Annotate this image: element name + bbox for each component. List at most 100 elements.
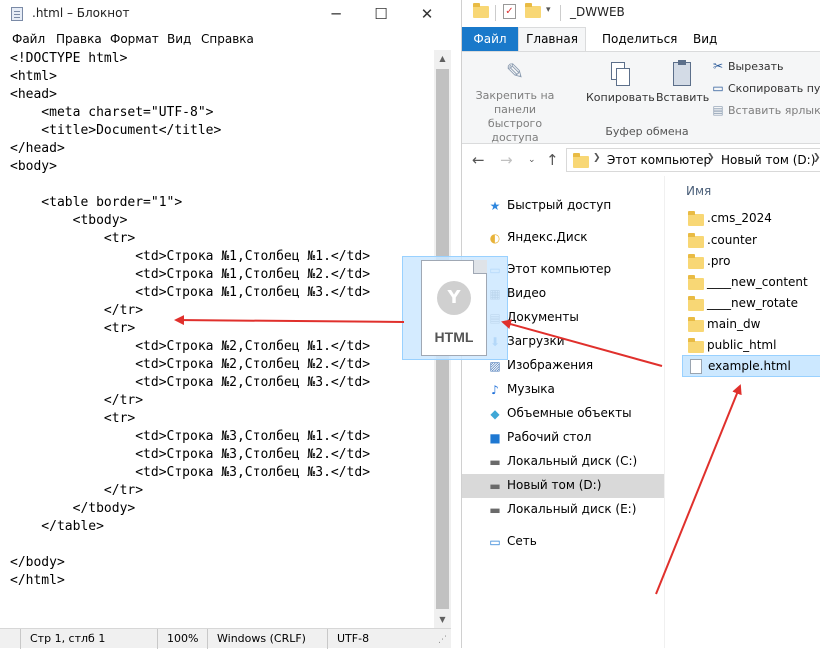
nav-label: Сеть: [507, 534, 537, 548]
folder-icon: [688, 254, 704, 272]
resize-grip-icon[interactable]: ⋰: [438, 635, 447, 645]
notepad-window: .html – Блокнот ─ ☐ ✕ Файл Правка Формат…: [0, 0, 451, 649]
tab-home[interactable]: Главная: [518, 27, 586, 51]
tab-file[interactable]: Файл: [462, 27, 518, 51]
recent-locations-icon[interactable]: ⌄: [528, 155, 536, 165]
pane-divider[interactable]: [664, 176, 665, 648]
file-item[interactable]: ____new_rotate: [682, 293, 820, 315]
drag-ghost: Y HTML: [402, 256, 508, 360]
toolbar-separator: [560, 5, 561, 21]
nav-label: Объемные объекты: [507, 406, 632, 420]
up-arrow-icon[interactable]: ↑: [546, 151, 559, 169]
address-bar[interactable]: ❯ Этот компьютер ❯ Новый том (D:) ❯: [566, 148, 820, 172]
file-item[interactable]: .pro: [682, 251, 820, 273]
scroll-down-icon[interactable]: ▼: [434, 611, 451, 628]
ribbon-panel: ✎ Закрепить на панели быстрого доступа К…: [462, 51, 820, 144]
notepad-text-area[interactable]: <!DOCTYPE html> <html> <head> <meta char…: [10, 50, 370, 590]
paste-shortcut-label: Вставить ярлык: [728, 104, 820, 117]
folder-icon: [688, 275, 704, 293]
nav-item-music[interactable]: ♪ Музыка: [462, 378, 664, 402]
copy-icon: [608, 60, 632, 88]
copy-path-icon: ▭: [712, 81, 724, 95]
status-position: Стр 1, стлб 1: [30, 632, 106, 645]
maximize-button[interactable]: ☐: [358, 0, 404, 28]
menu-view[interactable]: Вид: [167, 32, 191, 46]
file-item-selected[interactable]: example.html: [682, 355, 820, 377]
breadcrumb-volume[interactable]: Новый том (D:): [721, 153, 815, 167]
status-encoding: UTF-8: [337, 632, 370, 645]
nav-item-drive-e[interactable]: ▬ Локальный диск (E:): [462, 498, 664, 522]
chevron-right-icon[interactable]: ❯: [707, 153, 715, 163]
copy-path-button[interactable]: ▭ Скопировать пут: [711, 81, 820, 95]
nav-label: Этот компьютер: [507, 262, 612, 276]
notepad-titlebar[interactable]: .html – Блокнот ─ ☐ ✕: [0, 0, 451, 28]
explorer-window: ✓ ▾ _DWWEB Файл Главная Поделиться Вид ✎…: [461, 0, 820, 648]
explorer-titlebar[interactable]: ✓ ▾ _DWWEB: [462, 0, 820, 27]
chevron-right-icon[interactable]: ❯: [593, 153, 601, 163]
nav-label: Быстрый доступ: [507, 198, 612, 212]
nav-item-drive-c[interactable]: ▬ Локальный диск (C:): [462, 450, 664, 474]
nav-item-desktop[interactable]: ■ Рабочий стол: [462, 426, 664, 450]
paste-shortcut-button[interactable]: ▤ Вставить ярлык: [711, 103, 820, 117]
cut-button[interactable]: ✂ Вырезать: [711, 59, 784, 73]
file-label: public_html: [707, 338, 777, 352]
nav-label: Яндекс.Диск: [507, 230, 588, 244]
paste-button[interactable]: Вставить: [656, 56, 709, 105]
file-label: .cms_2024: [707, 211, 772, 225]
nav-item-3d-objects[interactable]: ◆ Объемные объекты: [462, 402, 664, 426]
properties-icon[interactable]: ✓: [503, 4, 516, 19]
browser-logo-icon: Y: [437, 281, 471, 315]
menu-format[interactable]: Формат: [110, 32, 159, 46]
navigation-pane: ★ Быстрый доступ ◐ Яндекс.Диск ▭ Этот ко…: [462, 176, 664, 648]
html-file-icon: Y HTML: [421, 260, 487, 356]
explorer-title: _DWWEB: [570, 5, 625, 19]
status-zoom: 100%: [167, 632, 199, 645]
notepad-menubar: Файл Правка Формат Вид Справка: [0, 29, 451, 49]
breadcrumb-this-pc[interactable]: Этот компьютер: [607, 153, 711, 167]
images-icon: ▨: [489, 359, 501, 373]
new-folder-icon[interactable]: [525, 3, 541, 21]
status-separator: [327, 629, 328, 649]
column-header-name[interactable]: Имя: [686, 184, 711, 198]
nav-item-yandex-disk[interactable]: ◐ Яндекс.Диск: [462, 226, 664, 250]
file-label: ____new_rotate: [707, 296, 798, 310]
forward-arrow-icon[interactable]: →: [500, 151, 513, 169]
tab-view[interactable]: Вид: [693, 27, 717, 51]
folder-icon: [473, 3, 489, 21]
ghost-label: HTML: [434, 329, 474, 345]
close-button[interactable]: ✕: [404, 0, 450, 28]
navigation-bar: ← → ⌄ ↑ ❯ Этот компьютер ❯ Новый том (D:…: [462, 144, 820, 176]
folder-icon: [688, 317, 704, 335]
status-separator: [20, 629, 21, 649]
scroll-up-icon[interactable]: ▲: [434, 50, 451, 67]
copy-path-label: Скопировать пут: [728, 82, 820, 95]
menu-edit[interactable]: Правка: [56, 32, 102, 46]
copy-button[interactable]: Копировать: [586, 56, 655, 105]
file-item[interactable]: ____new_content: [682, 272, 820, 294]
file-item[interactable]: .cms_2024: [682, 208, 820, 230]
tab-share[interactable]: Поделиться: [602, 27, 677, 51]
nav-item-drive-d[interactable]: ▬ Новый том (D:): [462, 474, 664, 498]
file-item[interactable]: public_html: [682, 335, 820, 357]
yandex-disk-icon: ◐: [489, 231, 501, 245]
file-item[interactable]: .counter: [682, 230, 820, 252]
nav-item-network[interactable]: ▭ Сеть: [462, 530, 664, 554]
minimize-button[interactable]: ─: [313, 0, 359, 28]
qat-dropdown-icon[interactable]: ▾: [546, 5, 551, 15]
nav-label: Локальный диск (E:): [507, 502, 637, 516]
menu-file[interactable]: Файл: [12, 32, 45, 46]
nav-item-quick-access[interactable]: ★ Быстрый доступ: [462, 194, 664, 218]
chevron-right-icon[interactable]: ❯: [813, 153, 820, 163]
toolbar-separator: [495, 5, 496, 21]
status-separator: [207, 629, 208, 649]
nav-label: Видео: [507, 286, 547, 300]
file-item[interactable]: main_dw: [682, 314, 820, 336]
file-label: ____new_content: [707, 275, 808, 289]
menu-help[interactable]: Справка: [201, 32, 254, 46]
pin-quick-access-button[interactable]: ✎ Закрепить на панели быстрого доступа: [466, 56, 564, 145]
notepad-icon: [11, 7, 23, 21]
paste-shortcut-icon: ▤: [712, 103, 724, 117]
nav-label: Документы: [507, 310, 579, 324]
back-arrow-icon[interactable]: ←: [472, 151, 485, 169]
clipboard-group-label: Буфер обмена: [605, 125, 689, 138]
